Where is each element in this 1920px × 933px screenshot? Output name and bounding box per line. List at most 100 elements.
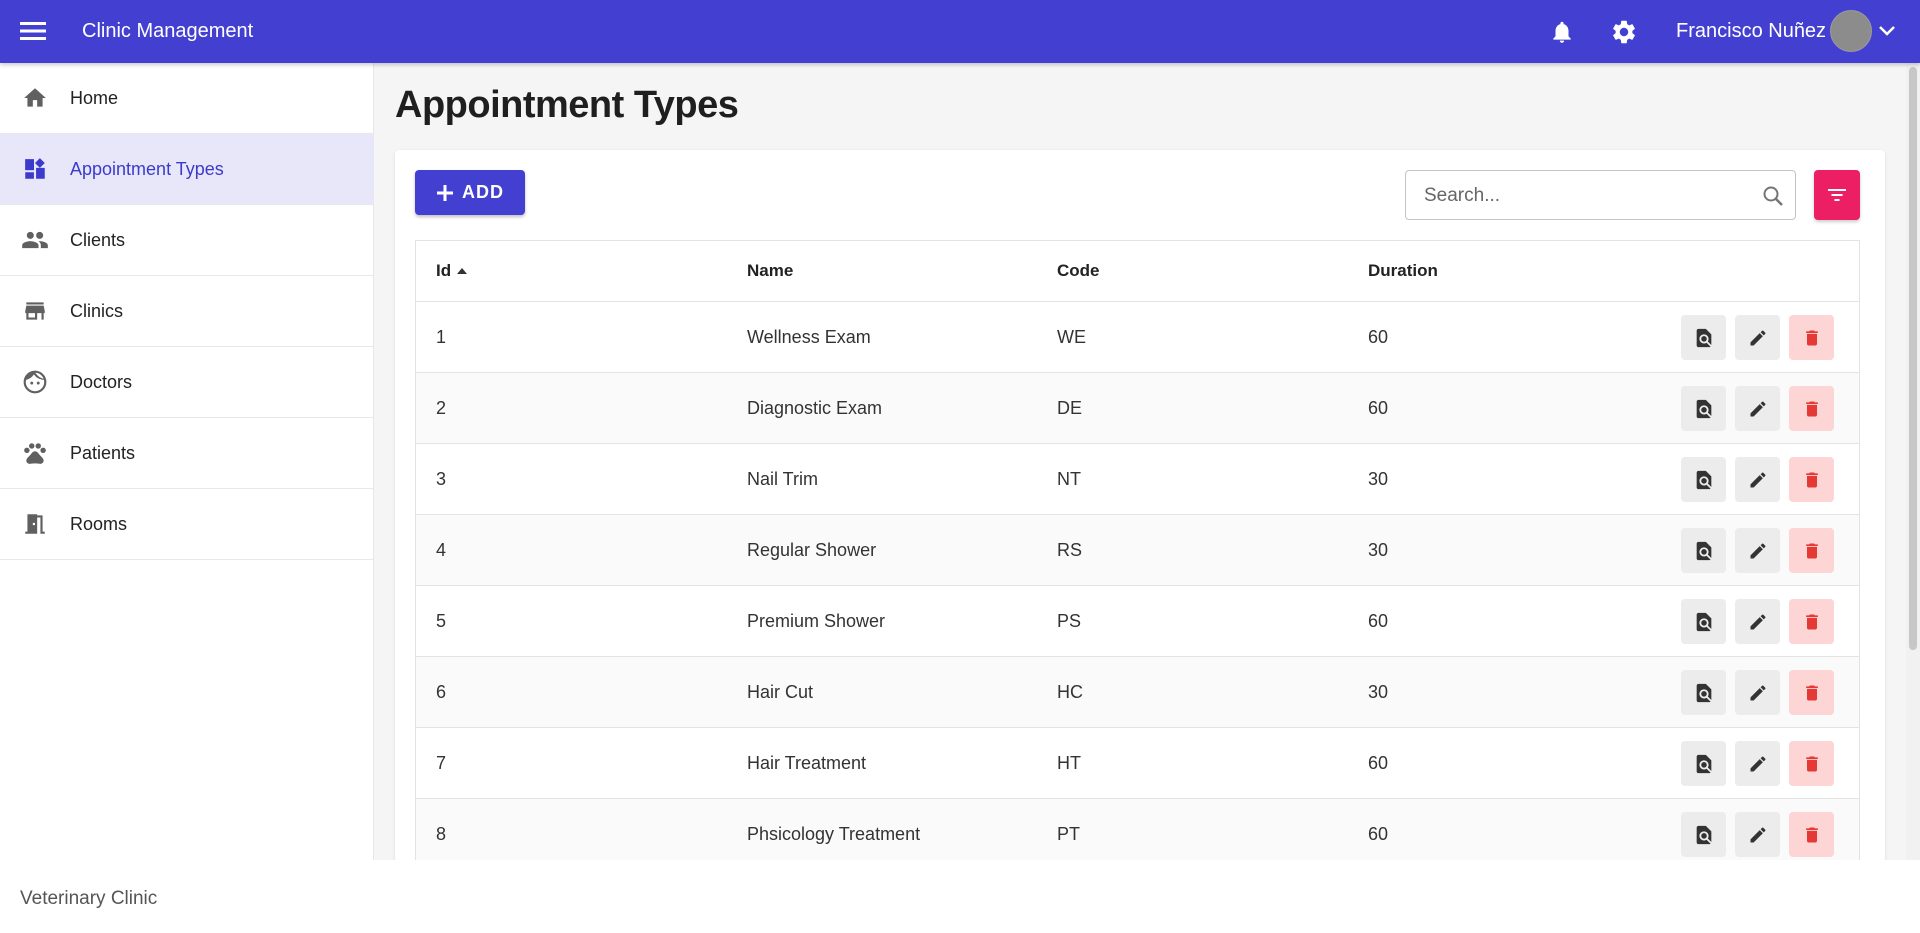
column-header-id[interactable]: Id: [436, 261, 468, 281]
table-row: 3 Nail Trim NT 30: [416, 444, 1859, 515]
cell-duration: 30: [1368, 682, 1389, 702]
view-button[interactable]: [1681, 315, 1726, 360]
sidebar-item-label: Patients: [70, 442, 136, 463]
face-icon: [20, 367, 50, 397]
cell-id: 1: [436, 327, 447, 347]
view-details-icon: [1696, 399, 1711, 418]
edit-button[interactable]: [1735, 457, 1780, 502]
delete-button[interactable]: [1789, 812, 1834, 857]
edit-button[interactable]: [1735, 528, 1780, 573]
settings-gear-icon[interactable]: [1607, 15, 1641, 49]
sidebar-item-clients[interactable]: Clients: [0, 205, 374, 276]
view-details-icon: [1696, 683, 1711, 702]
edit-button[interactable]: [1735, 670, 1780, 715]
scrollbar-thumb[interactable]: [1909, 67, 1917, 650]
sidebar-item-home[interactable]: Home: [0, 63, 374, 134]
view-details-icon: [1696, 470, 1711, 489]
menu-icon[interactable]: [16, 14, 50, 48]
filter-icon: [1828, 189, 1846, 201]
cell-code: HT: [1057, 753, 1081, 773]
cell-id: 5: [436, 611, 447, 631]
paw-icon: [20, 438, 50, 468]
sidebar-item-label: Clinics: [70, 300, 124, 321]
delete-button[interactable]: [1789, 528, 1834, 573]
delete-button[interactable]: [1789, 670, 1834, 715]
trash-icon: [1805, 401, 1818, 416]
edit-button[interactable]: [1735, 812, 1780, 857]
column-header-name[interactable]: Name: [747, 261, 793, 281]
table-row: 5 Premium Shower PS 60: [416, 586, 1859, 657]
cell-code: RS: [1057, 540, 1083, 560]
view-button[interactable]: [1681, 670, 1726, 715]
edit-button[interactable]: [1735, 599, 1780, 644]
trash-icon: [1805, 756, 1818, 771]
cell-code: DE: [1057, 398, 1083, 418]
cell-id: 8: [436, 824, 447, 844]
view-button[interactable]: [1681, 599, 1726, 644]
cell-code: NT: [1057, 469, 1081, 489]
sidebar-item-label: Home: [70, 87, 119, 108]
delete-button[interactable]: [1789, 599, 1834, 644]
add-button-label: ADD: [462, 182, 504, 202]
pencil-icon: [1750, 684, 1766, 700]
view-button[interactable]: [1681, 741, 1726, 786]
view-details-icon: [1696, 328, 1711, 347]
user-name[interactable]: Francisco Nuñez: [1676, 20, 1826, 43]
search-input[interactable]: [1424, 183, 1744, 209]
cell-name: Diagnostic Exam: [747, 398, 883, 418]
cell-name: Phsicology Treatment: [747, 824, 921, 844]
table-row: 1 Wellness Exam WE 60: [416, 302, 1859, 373]
chevron-down-icon[interactable]: [1875, 18, 1899, 42]
cell-id: 3: [436, 469, 447, 489]
trash-icon: [1805, 614, 1818, 629]
delete-button[interactable]: [1789, 457, 1834, 502]
footer: Veterinary Clinic: [0, 860, 1920, 933]
view-details-icon: [1696, 825, 1711, 844]
column-header-code[interactable]: Code: [1057, 261, 1100, 281]
pencil-icon: [1750, 542, 1766, 558]
filter-button[interactable]: [1814, 170, 1860, 220]
sidebar-item-patients[interactable]: Patients: [0, 418, 374, 489]
sidebar-item-label: Appointment Types: [70, 158, 224, 179]
door-icon: [20, 509, 50, 539]
add-button[interactable]: ADD: [415, 170, 525, 215]
table-body: 1 Wellness Exam WE 60 2 Diagnostic Exam …: [416, 302, 1859, 860]
cell-name: Wellness Exam: [747, 327, 871, 347]
cell-id: 2: [436, 398, 447, 418]
sidebar-item-appointment-types[interactable]: Appointment Types: [0, 134, 374, 205]
view-button[interactable]: [1681, 386, 1726, 431]
trash-icon: [1805, 330, 1818, 345]
delete-button[interactable]: [1789, 741, 1834, 786]
cell-id: 7: [436, 753, 447, 773]
cell-name: Nail Trim: [747, 469, 818, 489]
plus-icon: [437, 184, 453, 201]
sidebar-item-doctors[interactable]: Doctors: [0, 347, 374, 418]
sidebar-item-rooms[interactable]: Rooms: [0, 489, 374, 560]
cell-code: WE: [1057, 327, 1086, 347]
view-button[interactable]: [1681, 812, 1726, 857]
delete-button[interactable]: [1789, 386, 1834, 431]
trash-icon: [1805, 472, 1818, 487]
page-scrollbar[interactable]: [1906, 63, 1920, 860]
edit-button[interactable]: [1735, 386, 1780, 431]
search-icon[interactable]: [1761, 184, 1785, 208]
cell-name: Hair Treatment: [747, 753, 867, 773]
column-header-duration[interactable]: Duration: [1368, 261, 1438, 281]
trash-icon: [1805, 827, 1818, 842]
view-button[interactable]: [1681, 528, 1726, 573]
sort-ascending-icon: [457, 268, 468, 274]
avatar[interactable]: [1830, 10, 1872, 52]
table-row: 7 Hair Treatment HT 60: [416, 728, 1859, 799]
edit-button[interactable]: [1735, 741, 1780, 786]
cell-duration: 30: [1368, 469, 1389, 489]
sidebar-item-label: Clients: [70, 229, 126, 250]
cell-code: HC: [1057, 682, 1083, 702]
table-card: ADD Id Name Code Duration 1 Wellness E: [395, 150, 1885, 860]
view-details-icon: [1696, 612, 1711, 631]
cell-duration: 60: [1368, 327, 1389, 347]
edit-button[interactable]: [1735, 315, 1780, 360]
notifications-bell-icon[interactable]: [1545, 15, 1579, 49]
sidebar-item-clinics[interactable]: Clinics: [0, 276, 374, 347]
delete-button[interactable]: [1789, 315, 1834, 360]
view-button[interactable]: [1681, 457, 1726, 502]
